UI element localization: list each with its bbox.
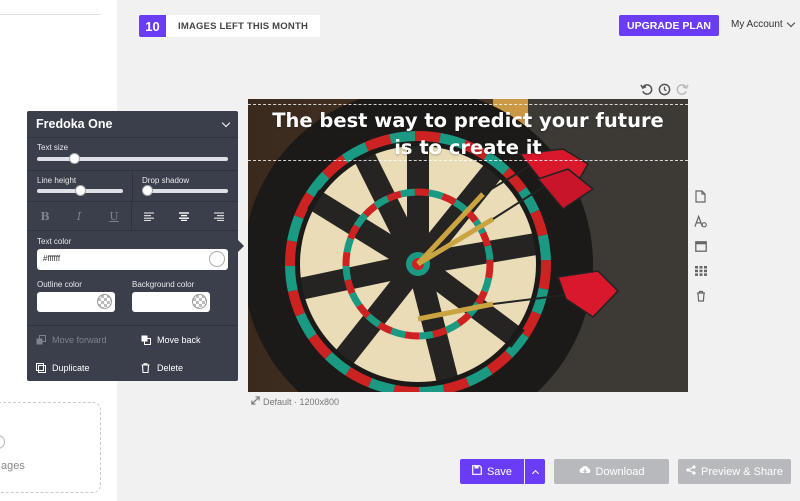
move-forward-label: Move forward xyxy=(52,334,107,345)
divider xyxy=(27,201,238,202)
cloud-download-icon xyxy=(579,465,591,478)
share-icon xyxy=(686,465,696,478)
grid-icon[interactable] xyxy=(694,263,707,279)
save-label: Save xyxy=(486,465,513,478)
upgrade-plan-button[interactable]: UPGRADE PLAN xyxy=(619,15,719,36)
divider xyxy=(131,201,132,230)
text-size-slider[interactable] xyxy=(37,153,228,164)
duplicate-label: Duplicate xyxy=(52,362,90,373)
text-size-label: Text size xyxy=(37,143,69,152)
slider-knob[interactable] xyxy=(69,153,81,164)
text-color-field[interactable]: #ffffff xyxy=(37,249,228,270)
align-center-icon[interactable] xyxy=(175,209,193,223)
text-style-icon[interactable] xyxy=(694,213,707,229)
duplicate-button[interactable]: Duplicate xyxy=(35,362,90,373)
underline-icon[interactable]: U xyxy=(105,209,123,223)
text-color-value: #ffffff xyxy=(43,254,61,263)
font-name: Fredoka One xyxy=(36,117,113,131)
download-label: Download xyxy=(595,465,645,478)
images-left-badge: 10 IMAGES LEFT THIS MONTH xyxy=(139,15,321,37)
upload-images-dropzone[interactable]: ages xyxy=(0,402,101,493)
page-icon[interactable] xyxy=(694,188,707,204)
history-controls xyxy=(639,82,689,96)
frame-icon[interactable] xyxy=(694,238,707,254)
line-height-slider[interactable] xyxy=(37,185,123,196)
slider-knob[interactable] xyxy=(74,185,86,196)
preview-share-button[interactable]: Preview & Share xyxy=(678,459,791,484)
upload-label: ages xyxy=(1,460,25,472)
upload-icon xyxy=(0,435,5,449)
transparent-swatch-icon[interactable] xyxy=(192,294,207,309)
divider xyxy=(27,325,238,326)
images-left-text: IMAGES LEFT THIS MONTH xyxy=(166,15,321,37)
share-label: Preview & Share xyxy=(701,465,783,478)
delete-button[interactable]: Delete xyxy=(140,362,183,373)
resize-icon xyxy=(251,396,260,407)
drop-shadow-slider[interactable] xyxy=(142,185,228,196)
drop-shadow-label: Drop shadow xyxy=(142,176,190,185)
account-menu[interactable]: My Account xyxy=(731,18,795,30)
history-icon[interactable] xyxy=(657,82,671,96)
download-button[interactable]: Download xyxy=(554,459,669,484)
quote-line-2: is to create it xyxy=(394,136,542,159)
align-left-icon[interactable] xyxy=(140,209,158,223)
divider xyxy=(0,14,101,15)
move-forward-icon xyxy=(35,334,46,345)
save-icon xyxy=(472,465,482,478)
chevron-up-icon xyxy=(531,469,539,477)
chevron-down-icon xyxy=(786,18,795,27)
line-height-label: Line height xyxy=(37,176,77,185)
move-back-icon xyxy=(140,334,151,345)
account-label: My Account xyxy=(731,19,783,30)
bold-icon[interactable]: B xyxy=(36,209,54,223)
outline-color-label: Outline color xyxy=(37,280,82,289)
save-button-group: Save xyxy=(460,459,545,484)
transparent-swatch-icon[interactable] xyxy=(97,294,112,309)
side-toolbar xyxy=(694,188,707,304)
canvas-size-label: Default · 1200x800 xyxy=(263,396,340,407)
italic-icon[interactable]: I xyxy=(70,209,88,223)
font-selector[interactable]: Fredoka One xyxy=(27,111,238,138)
duplicate-icon xyxy=(35,362,46,373)
text-color-label: Text color xyxy=(37,237,72,246)
outline-color-field[interactable] xyxy=(37,292,115,312)
slider-knob[interactable] xyxy=(142,185,153,196)
move-back-label: Move back xyxy=(157,334,201,345)
move-back-button[interactable]: Move back xyxy=(140,334,201,345)
move-forward-button[interactable]: Move forward xyxy=(35,334,107,345)
text-color-swatch[interactable] xyxy=(209,251,225,267)
redo-icon[interactable] xyxy=(675,82,689,96)
canvas-size-caption[interactable]: Default · 1200x800 xyxy=(251,396,339,407)
save-button[interactable]: Save xyxy=(460,459,524,484)
delete-icon xyxy=(140,362,151,373)
panel-pointer xyxy=(238,240,244,252)
chevron-down-icon xyxy=(221,118,231,127)
trash-icon[interactable] xyxy=(694,288,707,304)
divider xyxy=(27,230,238,231)
background-color-label: Background color xyxy=(132,280,195,289)
quote-line-1: The best way to predict your future xyxy=(272,109,664,132)
save-options-toggle[interactable] xyxy=(525,459,545,484)
undo-icon[interactable] xyxy=(639,82,653,96)
background-color-field[interactable] xyxy=(132,292,210,312)
divider xyxy=(132,170,133,201)
delete-label: Delete xyxy=(157,362,184,373)
align-right-icon[interactable] xyxy=(210,209,228,223)
text-settings-panel: Fredoka One Text size Line height Drop s… xyxy=(27,111,238,381)
design-canvas[interactable]: The best way to predict your future is t… xyxy=(248,99,688,392)
quote-text[interactable]: The best way to predict your future is t… xyxy=(248,107,688,161)
images-left-count: 10 xyxy=(139,15,166,37)
